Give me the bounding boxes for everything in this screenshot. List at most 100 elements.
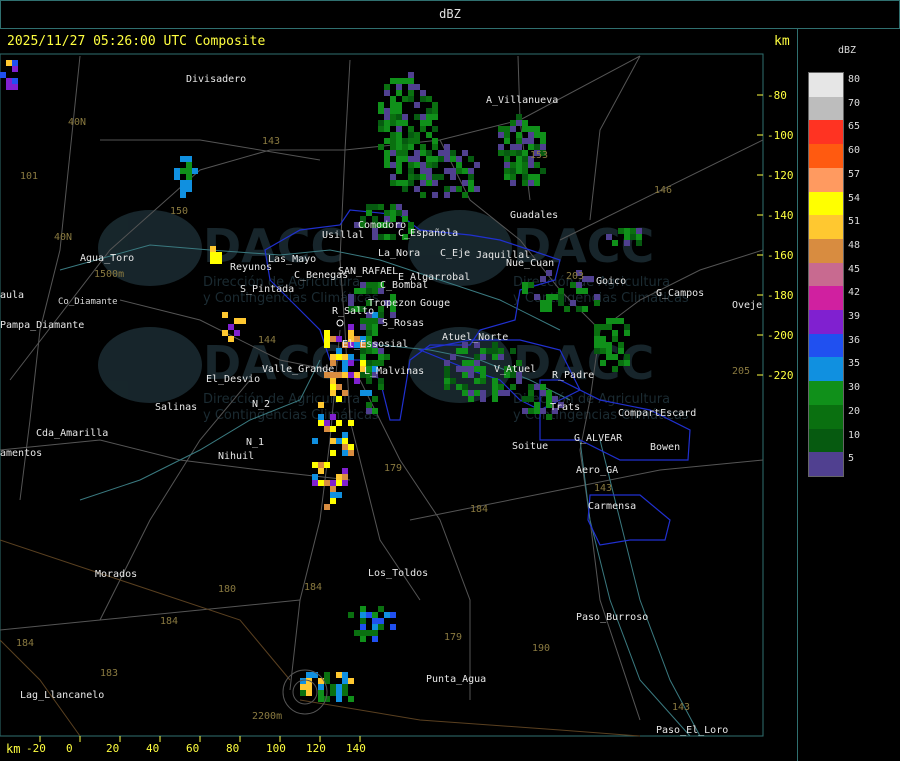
echo-cell [522,126,528,132]
x-tick-label: 100 [266,742,286,755]
legend-label: 80 [848,74,861,85]
legend-label: 70 [848,97,861,109]
echo-cell [390,96,396,102]
echo-cell [402,180,408,186]
echo-cell [576,288,582,294]
echo-cell [510,348,516,354]
legend-label: 57 [848,168,861,180]
route-label: 1500m [94,269,124,280]
route-label: 203 [566,271,584,282]
echo-cell [564,306,570,312]
timestamp-label: 2025/11/27 05:26:00 UTC Composite [7,34,266,49]
echo-cell [372,282,378,288]
legend-label: 35 [848,358,861,370]
echo-cell [504,168,510,174]
echo-cell [612,318,618,324]
echo-cell [384,150,390,156]
echo-cell [306,690,312,696]
echo-cell [390,150,396,156]
echo-cell [324,426,330,432]
echo-cell [444,186,450,192]
echo-cell [426,114,432,120]
echo-cell [180,180,186,186]
echo-cell [366,630,372,636]
echo-cell [636,234,642,240]
route-label: 101 [20,171,38,182]
place-label: Lag_Llancanelo [20,690,104,701]
echo-cell [546,306,552,312]
place-label: C_Bombal [380,280,428,291]
echo-cell [396,102,402,108]
echo-cell [450,156,456,162]
echo-cell [474,378,480,384]
echo-cell [378,126,384,132]
place-label: Divisadero [186,74,246,85]
radar-map[interactable]: DACC Dirección de Agricultura y Continge… [0,0,900,761]
echo-cell [432,102,438,108]
echo-cell [540,390,546,396]
echo-cell [378,618,384,624]
echo-cell [426,120,432,126]
echo-cell [318,480,324,486]
echo-cell [462,360,468,366]
echo-cell [606,318,612,324]
route-label: 180 [218,584,236,595]
echo-cell [324,480,330,486]
echo-cell [342,690,348,696]
echo-cell [438,174,444,180]
echo-cell [432,126,438,132]
echo-cell [444,372,450,378]
legend-label: 5 [848,453,855,465]
echo-cell [330,384,336,390]
echo-cell [444,360,450,366]
echo-cell [372,318,378,324]
echo-cell [390,180,396,186]
echo-cell [504,390,510,396]
echo-cell [324,672,330,678]
echo-cell [318,402,324,408]
echo-cell [366,402,372,408]
echo-cell [342,480,348,486]
place-label: El_Desvio [206,374,260,385]
place-label: Aero_GA [576,465,618,476]
echo-cell [420,150,426,156]
echo-cell [516,138,522,144]
echo-cell [420,90,426,96]
echo-cell [414,114,420,120]
echo-cell [516,162,522,168]
echo-cell [342,366,348,372]
echo-cell [606,234,612,240]
echo-cell [318,414,324,420]
echo-cell [624,240,630,246]
place-label: Trats [550,402,580,413]
echo-cell [522,138,528,144]
echo-cell [408,138,414,144]
echo-cell [312,480,318,486]
legend-label: 39 [848,311,861,323]
echo-cell [570,282,576,288]
echo-cell [378,624,384,630]
echo-cell [426,162,432,168]
echo-cell [330,414,336,420]
echo-cell [234,318,240,324]
echo-cell [384,138,390,144]
echo-cell [426,132,432,138]
place-label: L_Malvinas [364,366,424,377]
echo-cell [402,78,408,84]
echo-cell [360,354,366,360]
echo-cell [342,672,348,678]
echo-cell [342,390,348,396]
place-label: C_Española [398,228,458,239]
echo-cell [348,612,354,618]
echo-cell [534,126,540,132]
echo-cell [510,144,516,150]
echo-cell [360,630,366,636]
echo-cell [372,330,378,336]
echo-cell [186,168,192,174]
echo-cell [468,156,474,162]
echo-cell [330,336,336,342]
echo-cell [390,612,396,618]
echo-cell [510,180,516,186]
echo-cell [396,132,402,138]
echo-cell [438,156,444,162]
